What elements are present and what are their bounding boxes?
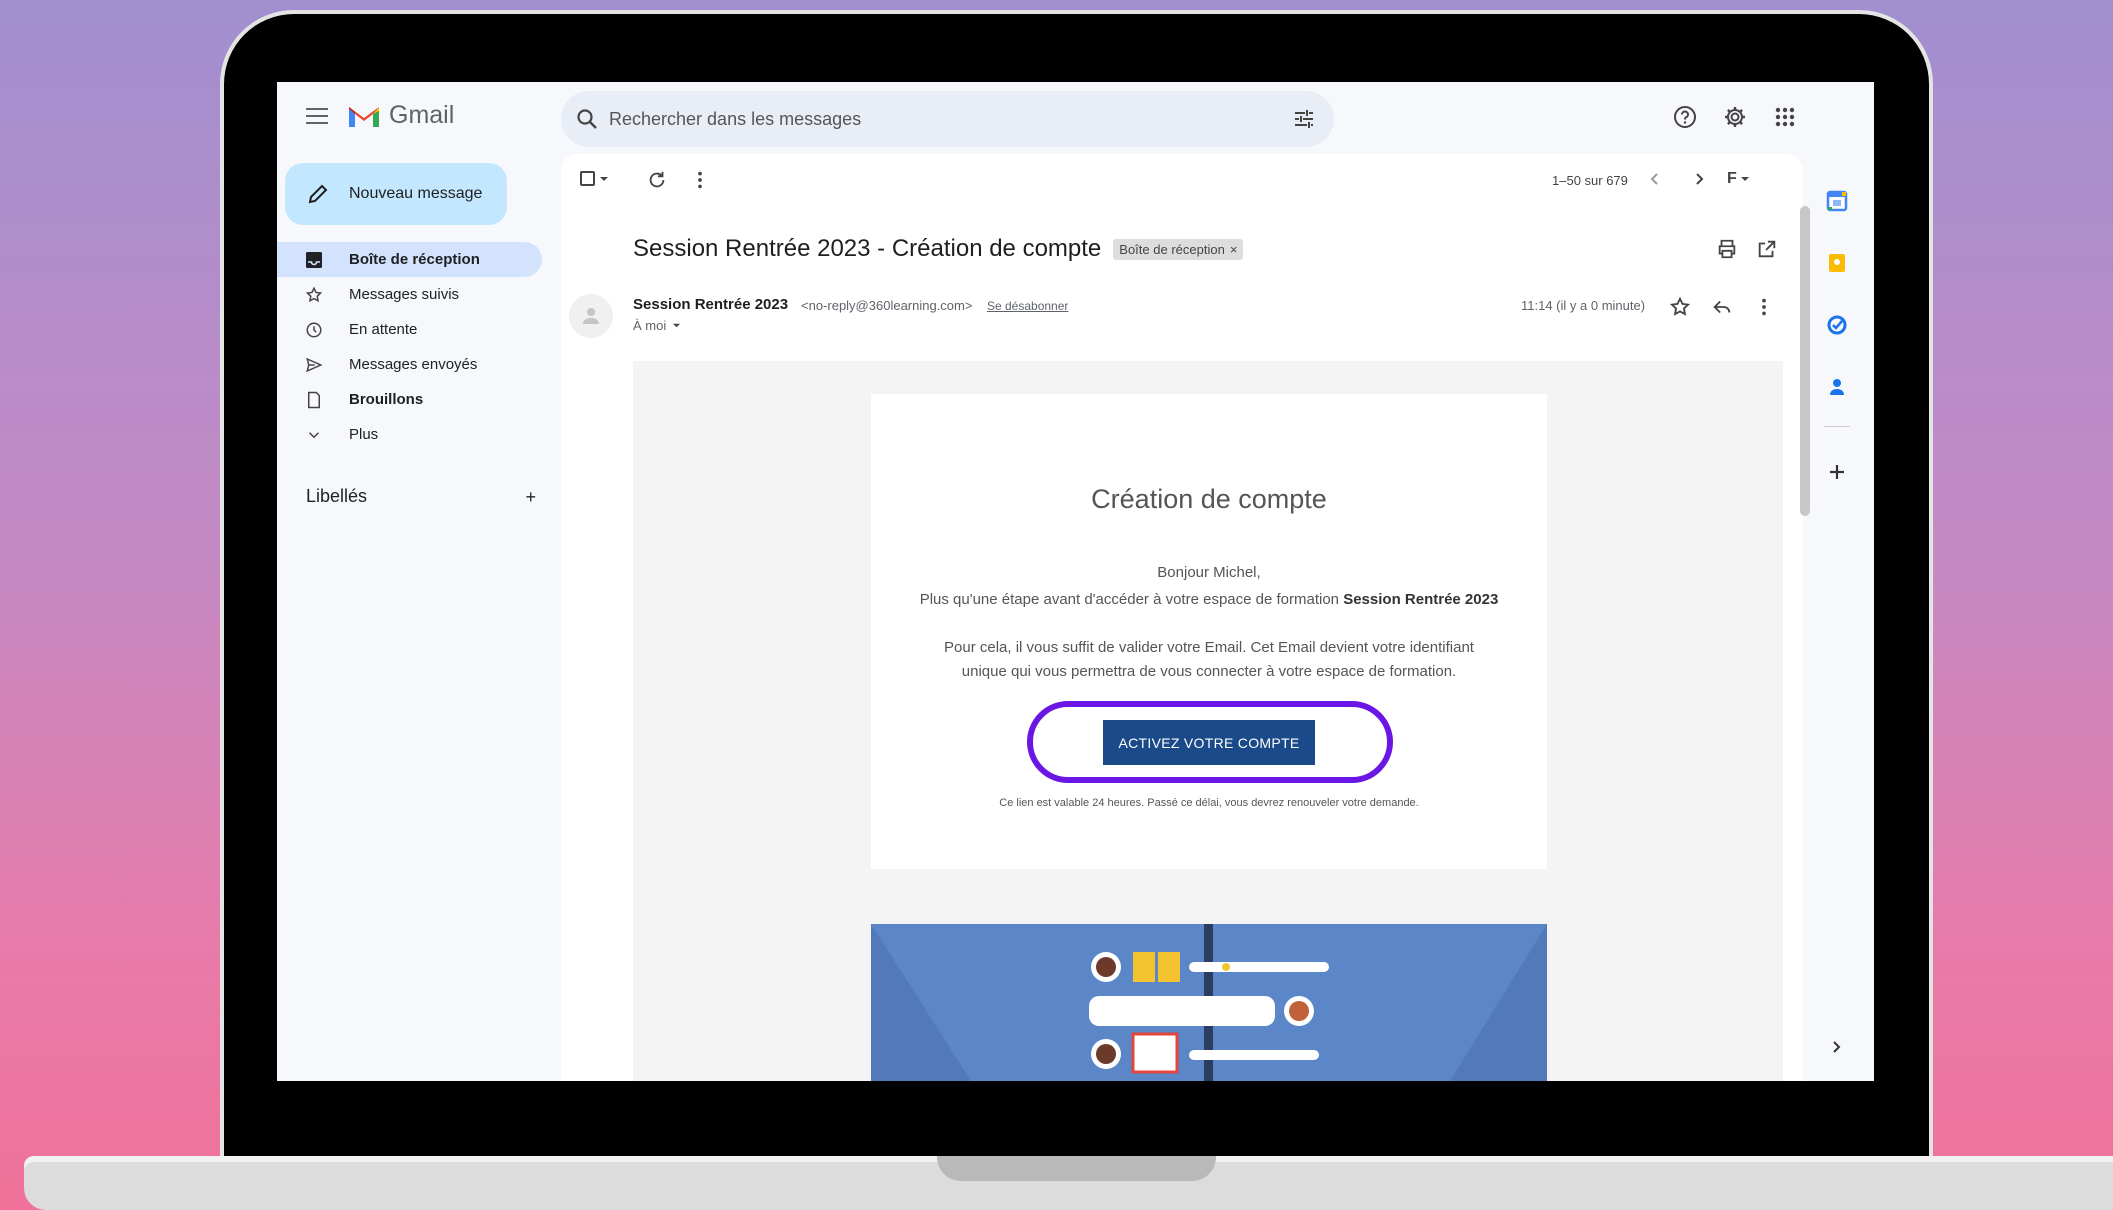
unsubscribe-link[interactable]: Se désabonner [987, 299, 1068, 313]
open-new-icon[interactable] [1756, 238, 1778, 260]
sidebar-item-snoozed[interactable]: En attente [277, 312, 542, 347]
settings-icon[interactable] [1722, 104, 1748, 130]
sidebar-item-label: Brouillons [349, 391, 424, 408]
scrollbar[interactable] [1800, 206, 1810, 516]
sidebar-item-label: En attente [349, 321, 418, 338]
refresh-icon[interactable] [646, 169, 668, 191]
sidebar-nav: Boîte de réception Messages suivis En at… [277, 242, 542, 452]
person-icon [583, 308, 599, 324]
subject-actions [1716, 238, 1778, 260]
validity-note: Ce lien est valable 24 heures. Passé ce … [999, 797, 1419, 809]
page-count: 1–50 sur 679 [1552, 173, 1628, 188]
labels-heading: Libellés [306, 486, 368, 506]
sidebar-item-label: Plus [349, 426, 379, 443]
input-tools-button[interactable]: F [1727, 170, 1750, 188]
sidebar-item-inbox[interactable]: Boîte de réception [277, 242, 542, 277]
gmail-logo-icon [349, 106, 379, 127]
sidebar-item-drafts[interactable]: Brouillons [277, 382, 542, 417]
email-body: Création de compte Bonjour Michel, Plus … [633, 361, 1783, 1081]
intro-text: Plus qu'une étape avant d'accéder à votr… [901, 588, 1517, 612]
sidebar-item-starred[interactable]: Messages suivis [277, 277, 542, 312]
search-icon[interactable] [575, 107, 599, 131]
gmail-logo[interactable]: Gmail [347, 101, 454, 130]
gmail-screen: Gmail Nouveau message Boîte de réception… [277, 82, 1874, 1081]
more-vert-icon[interactable] [1753, 296, 1775, 318]
send-icon [305, 356, 331, 374]
app-name: Gmail [389, 101, 455, 129]
select-checkbox[interactable] [580, 171, 609, 186]
mail-toolbar: 1–50 sur 679 F [561, 154, 1803, 210]
email-illustration [871, 924, 1547, 1081]
reply-icon[interactable] [1711, 296, 1733, 318]
sidebar-item-more[interactable]: Plus [277, 417, 542, 452]
sender-row: Session Rentrée 2023 <no-reply@360learni… [561, 294, 1803, 354]
apps-icon[interactable] [1772, 104, 1798, 130]
caret-down-icon [673, 323, 681, 328]
pencil-icon [308, 184, 328, 204]
intro-bold: Session Rentrée 2023 [1343, 591, 1499, 608]
mail-panel: 1–50 sur 679 F Session Rentrée 2023 - Cr… [561, 154, 1803, 1081]
message-time: 11:14 (il y a 0 minute) [1521, 298, 1646, 313]
top-icons [1672, 104, 1798, 130]
print-icon[interactable] [1716, 238, 1738, 260]
menu-icon[interactable] [306, 108, 328, 124]
checkbox-icon [580, 171, 595, 186]
caret-down-icon [600, 176, 608, 181]
star-icon [305, 286, 331, 304]
sender-email: <no-reply@360learning.com> [801, 298, 973, 313]
keep-icon[interactable] [1817, 232, 1857, 294]
star-icon[interactable] [1669, 296, 1691, 318]
rail-divider [1824, 426, 1850, 427]
side-panel [1817, 170, 1857, 503]
input-tools-label: F [1727, 170, 1737, 187]
illustration-graphic [871, 924, 1547, 1081]
search-bar[interactable] [561, 91, 1334, 147]
intro-prefix: Plus qu'une étape avant d'accéder à votr… [919, 591, 1344, 608]
chevron-right-icon[interactable] [1828, 1039, 1844, 1055]
subject-row: Session Rentrée 2023 - Création de compt… [633, 235, 1244, 263]
inbox-icon [305, 251, 331, 269]
email-heading: Création de compte [1091, 484, 1327, 514]
draft-icon [305, 391, 331, 409]
sender-name: Session Rentrée 2023 [633, 296, 789, 313]
calendar-icon[interactable] [1817, 170, 1857, 232]
email-card: Création de compte Bonjour Michel, Plus … [871, 394, 1547, 869]
greeting: Bonjour Michel, [1157, 564, 1261, 581]
sidebar-item-label: Boîte de réception [349, 251, 480, 268]
caret-down-icon [1740, 177, 1749, 181]
badge-label: Boîte de réception [1119, 241, 1225, 257]
chevron-right-icon[interactable] [1691, 171, 1707, 187]
chevron-down-icon [305, 426, 331, 444]
recipient-details[interactable]: À moi [633, 318, 681, 333]
compose-label: Nouveau message [349, 185, 483, 202]
tasks-icon[interactable] [1817, 294, 1857, 356]
message-actions [1669, 296, 1775, 318]
recipient-label: À moi [633, 318, 667, 333]
more-vert-icon[interactable] [689, 169, 711, 191]
activate-account-button[interactable]: ACTIVEZ VOTRE COMPTE [1103, 720, 1315, 765]
close-icon[interactable]: × [1230, 242, 1238, 257]
avatar[interactable] [569, 294, 613, 338]
labels-section: Libellés + [306, 486, 536, 507]
inbox-badge[interactable]: Boîte de réception × [1113, 238, 1244, 260]
message-subject: Session Rentrée 2023 - Création de compt… [633, 235, 1102, 262]
compose-button[interactable]: Nouveau message [285, 163, 507, 225]
top-bar: Gmail [277, 82, 1874, 154]
contacts-icon[interactable] [1817, 356, 1857, 418]
help-icon[interactable] [1672, 104, 1698, 130]
chevron-left-icon[interactable] [1647, 171, 1663, 187]
tune-icon[interactable] [1292, 107, 1316, 131]
sidebar-item-label: Messages envoyés [349, 356, 478, 373]
plus-icon[interactable]: + [525, 488, 536, 506]
clock-icon [305, 321, 331, 339]
sidebar-item-sent[interactable]: Messages envoyés [277, 347, 542, 382]
add-addon-icon[interactable] [1817, 441, 1857, 503]
sidebar-item-label: Messages suivis [349, 286, 460, 303]
laptop-notch [937, 1156, 1216, 1181]
instruction-text: Pour cela, il vous suffit de valider vot… [944, 639, 1474, 680]
search-input[interactable] [609, 103, 1249, 135]
